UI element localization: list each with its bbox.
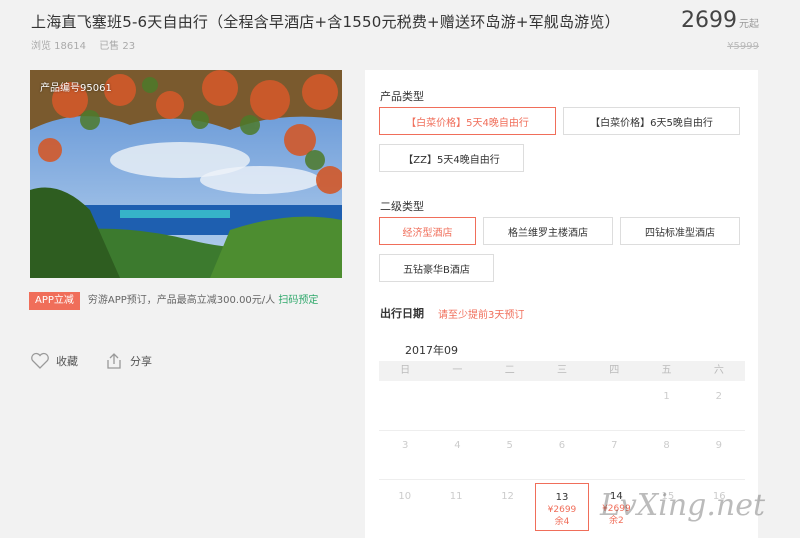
calendar-day-available-selected[interactable]: 13 ¥2699 余4 xyxy=(535,483,589,531)
calendar-week: 1 2 xyxy=(379,383,745,431)
weekday: 三 xyxy=(556,365,567,376)
original-price: ¥5999 xyxy=(727,41,759,52)
share-icon xyxy=(107,353,121,369)
sub-type-label: 二级类型 xyxy=(380,200,424,213)
travel-date-label: 出行日期 xyxy=(380,307,424,320)
calendar-day: 8 xyxy=(663,440,670,451)
current-price: 2699 xyxy=(681,8,737,33)
calendar-day: 11 xyxy=(449,491,463,502)
weekday: 四 xyxy=(609,365,620,376)
calendar-month: 2017年09 xyxy=(405,344,458,357)
sold-count: 已售 23 xyxy=(99,41,136,52)
day-price: ¥2699 xyxy=(547,505,577,515)
share-button[interactable]: 分享 xyxy=(104,352,152,370)
calendar-day: 4 xyxy=(454,440,461,451)
sub-type-option[interactable]: 四钻标准型酒店 xyxy=(620,217,740,245)
calendar-day xyxy=(588,383,640,430)
calendar-day: 9 xyxy=(715,440,723,451)
weekday: 五 xyxy=(661,365,672,376)
view-count: 浏览 18614 xyxy=(31,41,86,52)
price-unit: 元起 xyxy=(739,19,759,30)
day-number: 13 xyxy=(555,492,569,503)
date-note: 请至少提前3天预订 xyxy=(438,310,525,321)
calendar-day: 5 xyxy=(506,440,513,451)
promo-text: 穷游APP预订，产品最高立减300.00元/人 xyxy=(87,295,276,306)
watermark: LvXing.net xyxy=(600,488,766,523)
weekday: 日 xyxy=(400,365,411,376)
product-type-option[interactable]: 【白菜价格】5天4晚自由行 xyxy=(379,107,556,135)
product-photo[interactable]: 产品编号95061 xyxy=(30,70,342,278)
booking-panel: 产品类型 【白菜价格】5天4晚自由行 【白菜价格】6天5晚自由行 【ZZ】5天4… xyxy=(365,70,758,538)
app-promo: APP立减 穷游APP预订，产品最高立减300.00元/人 扫码预定 xyxy=(29,292,339,310)
calendar-day xyxy=(536,383,588,430)
calendar-day: 2 xyxy=(715,391,723,402)
sub-type-option[interactable]: 经济型酒店 xyxy=(379,217,476,245)
calendar-day: 10 xyxy=(398,491,412,502)
calendar-day xyxy=(484,383,536,430)
product-actions: 收藏 分享 xyxy=(30,352,152,370)
favorite-button[interactable]: 收藏 xyxy=(30,352,78,370)
product-code-label: 产品编号95061 xyxy=(40,83,112,94)
product-type-label: 产品类型 xyxy=(380,90,424,103)
product-type-option[interactable]: 【ZZ】5天4晚自由行 xyxy=(379,144,524,172)
day-remaining: 余4 xyxy=(554,517,570,527)
sub-type-option[interactable]: 五钻豪华B酒店 xyxy=(379,254,494,282)
calendar-day: 12 xyxy=(501,491,514,502)
favorite-label: 收藏 xyxy=(56,355,78,368)
calendar-day: 6 xyxy=(558,440,566,451)
calendar-day: 3 xyxy=(401,440,409,451)
share-label: 分享 xyxy=(130,355,152,368)
app-discount-badge: APP立减 xyxy=(29,292,80,310)
heart-icon xyxy=(31,352,49,369)
weekday: 一 xyxy=(452,365,463,376)
weekday: 二 xyxy=(504,365,515,376)
calendar-day xyxy=(431,383,483,430)
calendar-day: 7 xyxy=(611,440,618,451)
price-block: 2699 元起 ¥5999 xyxy=(681,8,759,52)
weekday: 六 xyxy=(713,365,724,376)
calendar-week: 3 4 5 6 7 8 9 xyxy=(379,432,745,480)
calendar-day xyxy=(379,383,431,430)
product-stats: 浏览 18614 已售 23 xyxy=(31,37,145,52)
product-title: 上海直飞塞班5-6天自由行（全程含早酒店+含1550元税费+赠送环岛游+军舰岛游… xyxy=(31,13,620,31)
photo-scene xyxy=(30,70,342,278)
product-type-option[interactable]: 【白菜价格】6天5晚自由行 xyxy=(563,107,740,135)
calendar-weekdays: 日 一 二 三 四 五 六 xyxy=(379,361,745,381)
sub-type-option[interactable]: 格兰维罗主楼酒店 xyxy=(483,217,613,245)
scan-to-book-link[interactable]: 扫码预定 xyxy=(278,295,318,306)
calendar-day: 1 xyxy=(663,391,670,402)
